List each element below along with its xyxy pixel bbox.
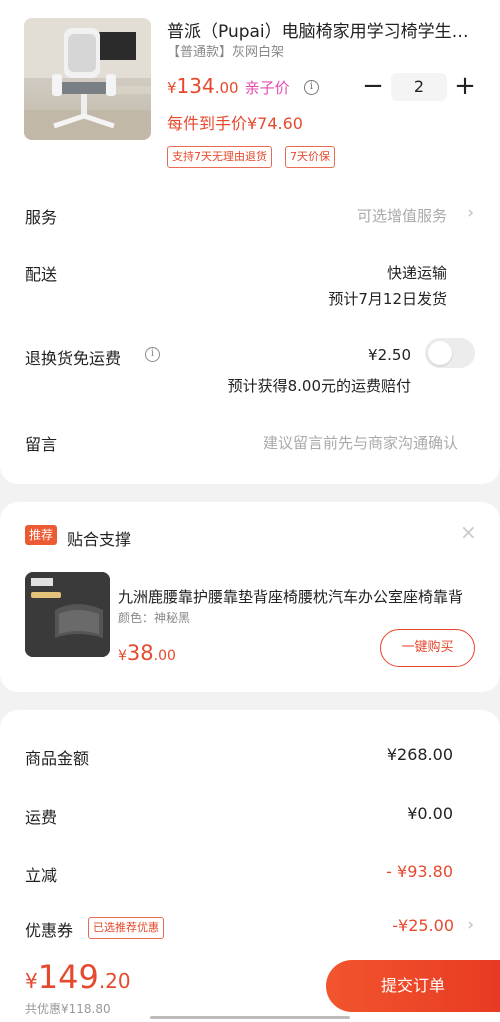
recommend-product-name[interactable]: 九洲鹿腰靠护腰靠垫背座椅腰枕汽车办公室座椅靠背 <box>118 586 468 607</box>
quantity-increase-button[interactable]: + <box>454 73 476 101</box>
message-input[interactable]: 建议留言前先与商家沟通确认 <box>263 432 458 453</box>
delivery-label: 配送 <box>25 265 58 284</box>
discount-value: - ¥93.80 <box>386 862 453 881</box>
message-label: 留言 <box>25 435 58 454</box>
coupon-value[interactable]: -¥25.00 <box>392 916 454 935</box>
coupon-tag: 已选推荐优惠 <box>88 917 164 939</box>
promo-tag-price-protect: 7天价保 <box>285 146 335 168</box>
shipping-label: 运费 <box>25 808 58 827</box>
info-icon[interactable]: i <box>304 80 319 95</box>
product-image[interactable] <box>24 18 151 140</box>
product-title[interactable]: 普派（Pupai）电脑椅家用学习椅学生椅人体工学椅 <box>167 17 477 42</box>
goods-amount-label: 商品金额 <box>25 749 90 768</box>
price-currency: ¥ <box>167 79 177 97</box>
recommend-product-image[interactable] <box>25 572 110 657</box>
recommend-product-spec: 颜色：神秘黑 <box>118 611 191 625</box>
recommend-badge: 推荐 <box>25 525 58 545</box>
submit-order-button[interactable]: 提交订单 <box>326 960 500 1012</box>
total-integer: 149 <box>37 958 99 996</box>
unit-price: 每件到手价¥74.60 <box>167 114 303 133</box>
product-spec[interactable]: 【普通款】灰网白架 <box>167 41 284 60</box>
info-icon[interactable]: i <box>145 347 160 362</box>
price-integer: 134 <box>176 74 215 98</box>
price-decimal: .00 <box>214 79 239 97</box>
delivery-eta: 预计7月12日发货 <box>328 290 447 308</box>
promo-tag-return: 支持7天无理由退货 <box>167 146 272 168</box>
return-insurance-toggle[interactable] <box>425 338 475 368</box>
discount-label: 立减 <box>25 866 58 885</box>
price-currency: ¥ <box>118 648 127 664</box>
price-integer: 38 <box>126 641 154 665</box>
quantity-decrease-button[interactable]: − <box>362 73 384 101</box>
close-icon[interactable]: × <box>460 520 477 544</box>
service-value[interactable]: 可选增值服务 <box>357 205 447 226</box>
quick-buy-button[interactable]: 一键购买 <box>380 629 475 667</box>
home-indicator[interactable] <box>150 1016 350 1019</box>
product-price: ¥ 134 .00 亲子价 <box>167 74 290 98</box>
shipping-value: ¥0.00 <box>407 804 453 823</box>
total-decimal: .20 <box>98 969 131 993</box>
coupon-label: 优惠券 <box>25 921 74 940</box>
total-currency: ¥ <box>25 969 38 993</box>
quantity-input[interactable]: 2 <box>391 73 447 101</box>
toggle-knob <box>428 341 452 365</box>
chevron-right-icon[interactable]: › <box>467 915 474 935</box>
return-price: ¥2.50 <box>368 346 411 364</box>
price-tag: 亲子价 <box>244 79 290 97</box>
recommend-title: 贴合支撑 <box>67 530 132 549</box>
total-saving: 共优惠¥118.80 <box>25 1002 111 1016</box>
price-decimal: .00 <box>153 648 176 664</box>
total-price: ¥ 149 .20 <box>25 958 131 996</box>
chevron-right-icon[interactable]: › <box>467 203 474 223</box>
recommend-price: ¥ 38 .00 <box>118 641 176 665</box>
return-note: 预计获得8.00元的运费赔付 <box>227 377 411 395</box>
goods-amount-value: ¥268.00 <box>386 745 453 764</box>
service-label: 服务 <box>25 208 58 227</box>
return-label: 退换货免运费 <box>25 349 122 368</box>
delivery-method[interactable]: 快递运输 <box>387 262 447 283</box>
